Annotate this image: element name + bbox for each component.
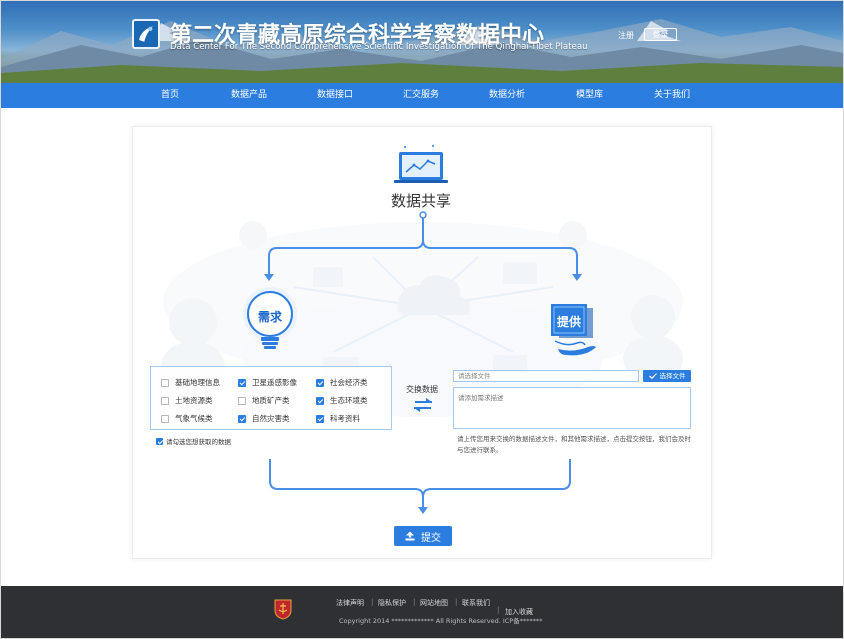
data-share-title: 数据共享	[391, 192, 452, 210]
checkbox-icon	[161, 378, 169, 387]
checkbox-checked-icon	[238, 414, 246, 423]
data-share-card: 数据共享 需求 提供 基础地理信息 卫星遥感影像 社会经济类 土地资源类 地质矿…	[132, 126, 712, 559]
laptop-chart-icon	[394, 145, 448, 183]
check-icon	[648, 373, 657, 379]
data-type-checkbox-panel: 基础地理信息 卫星遥感影像 社会经济类 土地资源类 地质矿产类 生态环境类 气象…	[150, 366, 392, 430]
checkbox-label: 卫星遥感影像	[252, 378, 297, 387]
checkbox-icon	[161, 396, 169, 405]
demand-description-textarea[interactable]	[453, 387, 691, 429]
nav-item-data-analysis[interactable]: 数据分析	[489, 83, 525, 108]
upload-hint-text: 请上传您用来交换的数据描述文件，和其他需求描述，点击提交按钮，我们会及时与您进行…	[457, 435, 691, 454]
footer-link-legal[interactable]: 法律声明	[336, 598, 364, 608]
file-path-input[interactable]: 请选择文件	[453, 370, 639, 382]
footer-separator: |	[497, 606, 500, 614]
footer-link-privacy[interactable]: 隐私保护	[378, 598, 406, 608]
footer-separator: |	[413, 598, 416, 606]
login-button[interactable]: 登录	[644, 28, 677, 41]
checkbox-checked-icon	[316, 378, 324, 387]
checkbox-label: 气象气候类	[175, 414, 213, 423]
consent-label: 请勾选您想获取的数据	[166, 438, 231, 446]
checkbox-checked-icon	[156, 437, 163, 445]
exchange-arrows-icon	[414, 398, 432, 412]
upload-icon	[405, 531, 415, 541]
site-logo[interactable]	[132, 19, 160, 49]
checkbox-ecology[interactable]: 生态环境类	[316, 395, 368, 406]
checkbox-socio-economic[interactable]: 社会经济类	[316, 377, 368, 388]
register-link[interactable]: 注册	[618, 30, 634, 41]
submit-button[interactable]: 提交	[394, 526, 452, 546]
checkbox-geology-minerals[interactable]: 地质矿产类	[238, 395, 290, 406]
checkbox-label: 科考资料	[330, 414, 360, 423]
nav-item-submission-service[interactable]: 汇交服务	[403, 83, 439, 108]
nav-item-data-api[interactable]: 数据接口	[317, 83, 353, 108]
supply-label: 提供	[556, 315, 581, 329]
copyright-text: Copyright 2014 ************* All Rights …	[339, 617, 543, 625]
nav-item-home[interactable]: 首页	[161, 83, 179, 108]
checkbox-icon	[238, 396, 246, 405]
nav-item-model-library[interactable]: 模型库	[576, 83, 603, 108]
checkbox-expedition-data[interactable]: 科考资料	[316, 413, 360, 424]
checkbox-label: 社会经济类	[330, 378, 368, 387]
footer-link-sitemap[interactable]: 网站地图	[420, 598, 448, 608]
submit-label: 提交	[421, 532, 441, 544]
choose-file-button[interactable]: 选择文件	[643, 370, 691, 382]
checkbox-satellite-imagery[interactable]: 卫星遥感影像	[238, 377, 297, 388]
footer-emblem-icon	[274, 599, 292, 620]
checkbox-icon	[161, 414, 169, 423]
checkbox-land-resources[interactable]: 土地资源类	[161, 395, 213, 406]
checkbox-checked-icon	[316, 396, 324, 405]
checkbox-label: 自然灾害类	[252, 414, 290, 423]
checkbox-label: 基础地理信息	[175, 378, 220, 387]
nav-item-data-products[interactable]: 数据产品	[231, 83, 267, 108]
checkbox-natural-disasters[interactable]: 自然灾害类	[238, 413, 290, 424]
site-subtitle: Data Center For The Second Comprehensive…	[170, 42, 588, 52]
footer-separator: |	[455, 598, 458, 606]
demand-label: 需求	[257, 310, 282, 324]
exchange-label: 交换数据	[406, 385, 438, 394]
checkbox-checked-icon	[316, 414, 324, 423]
nav-item-about-us[interactable]: 关于我们	[654, 83, 690, 108]
checkbox-meteorology[interactable]: 气象气候类	[161, 413, 213, 424]
footer-separator: |	[371, 598, 374, 606]
checkbox-checked-icon	[238, 378, 246, 387]
footer-link-contact[interactable]: 联系我们	[462, 598, 490, 608]
main-nav: 首页 数据产品 数据接口 汇交服务 数据分析 模型库 关于我们	[1, 83, 843, 108]
checkbox-label: 生态环境类	[330, 396, 368, 405]
checkbox-basic-geo[interactable]: 基础地理信息	[161, 377, 220, 388]
consent-checkbox[interactable]: 请勾选您想获取的数据	[156, 436, 231, 446]
logo-emblem-icon	[139, 26, 153, 42]
checkbox-label: 地质矿产类	[252, 396, 290, 405]
site-footer: 法律声明 | 隐私保护 | 网站地图 | 联系我们 | 加入收藏 Copyrig…	[1, 586, 843, 638]
choose-file-label: 选择文件	[659, 372, 686, 380]
site-header: 第二次青藏高原综合科学考察数据中心 Data Center For The Se…	[1, 1, 843, 83]
checkbox-label: 土地资源类	[175, 396, 213, 405]
